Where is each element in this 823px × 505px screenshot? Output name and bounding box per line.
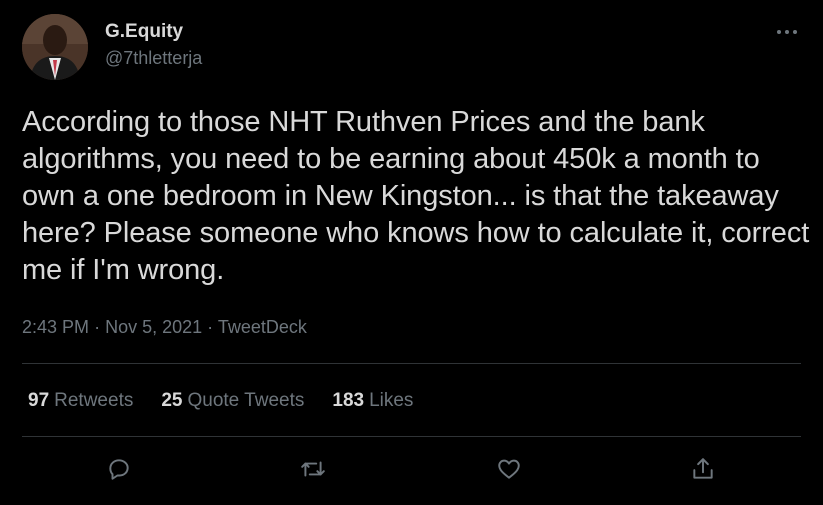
tweet-date[interactable]: Nov 5, 2021 (105, 317, 202, 337)
likes-stat[interactable]: 183 Likes (332, 390, 413, 412)
more-options-icon[interactable] (775, 22, 799, 42)
avatar[interactable] (22, 14, 88, 80)
user-handle[interactable]: @7thletterja (105, 48, 202, 69)
quote-tweets-stat[interactable]: 25 Quote Tweets (161, 390, 304, 412)
tweet-source[interactable]: TweetDeck (218, 317, 307, 337)
tweet-metadata: 2:43 PM · Nov 5, 2021 · TweetDeck (22, 317, 307, 338)
share-icon[interactable] (688, 454, 718, 484)
quotes-label: Quote Tweets (187, 390, 305, 411)
retweets-count: 97 (28, 390, 50, 411)
retweets-stat[interactable]: 97 Retweets (28, 390, 133, 412)
action-bar (22, 448, 801, 488)
quotes-count: 25 (161, 390, 183, 411)
likes-label: Likes (369, 390, 414, 411)
divider (22, 436, 801, 437)
meta-separator: · (207, 317, 214, 337)
display-name[interactable]: G.Equity (105, 21, 183, 43)
reply-icon[interactable] (104, 454, 134, 484)
engagement-stats: 97 Retweets 25 Quote Tweets 183 Likes (28, 390, 413, 412)
meta-separator: · (94, 317, 101, 337)
retweet-icon[interactable] (298, 454, 328, 484)
retweets-label: Retweets (54, 390, 134, 411)
tweet-time[interactable]: 2:43 PM (22, 317, 89, 337)
divider (22, 363, 801, 364)
tweet-text: According to those NHT Ruthven Prices an… (22, 106, 818, 286)
like-icon[interactable] (494, 454, 524, 484)
likes-count: 183 (332, 390, 365, 411)
